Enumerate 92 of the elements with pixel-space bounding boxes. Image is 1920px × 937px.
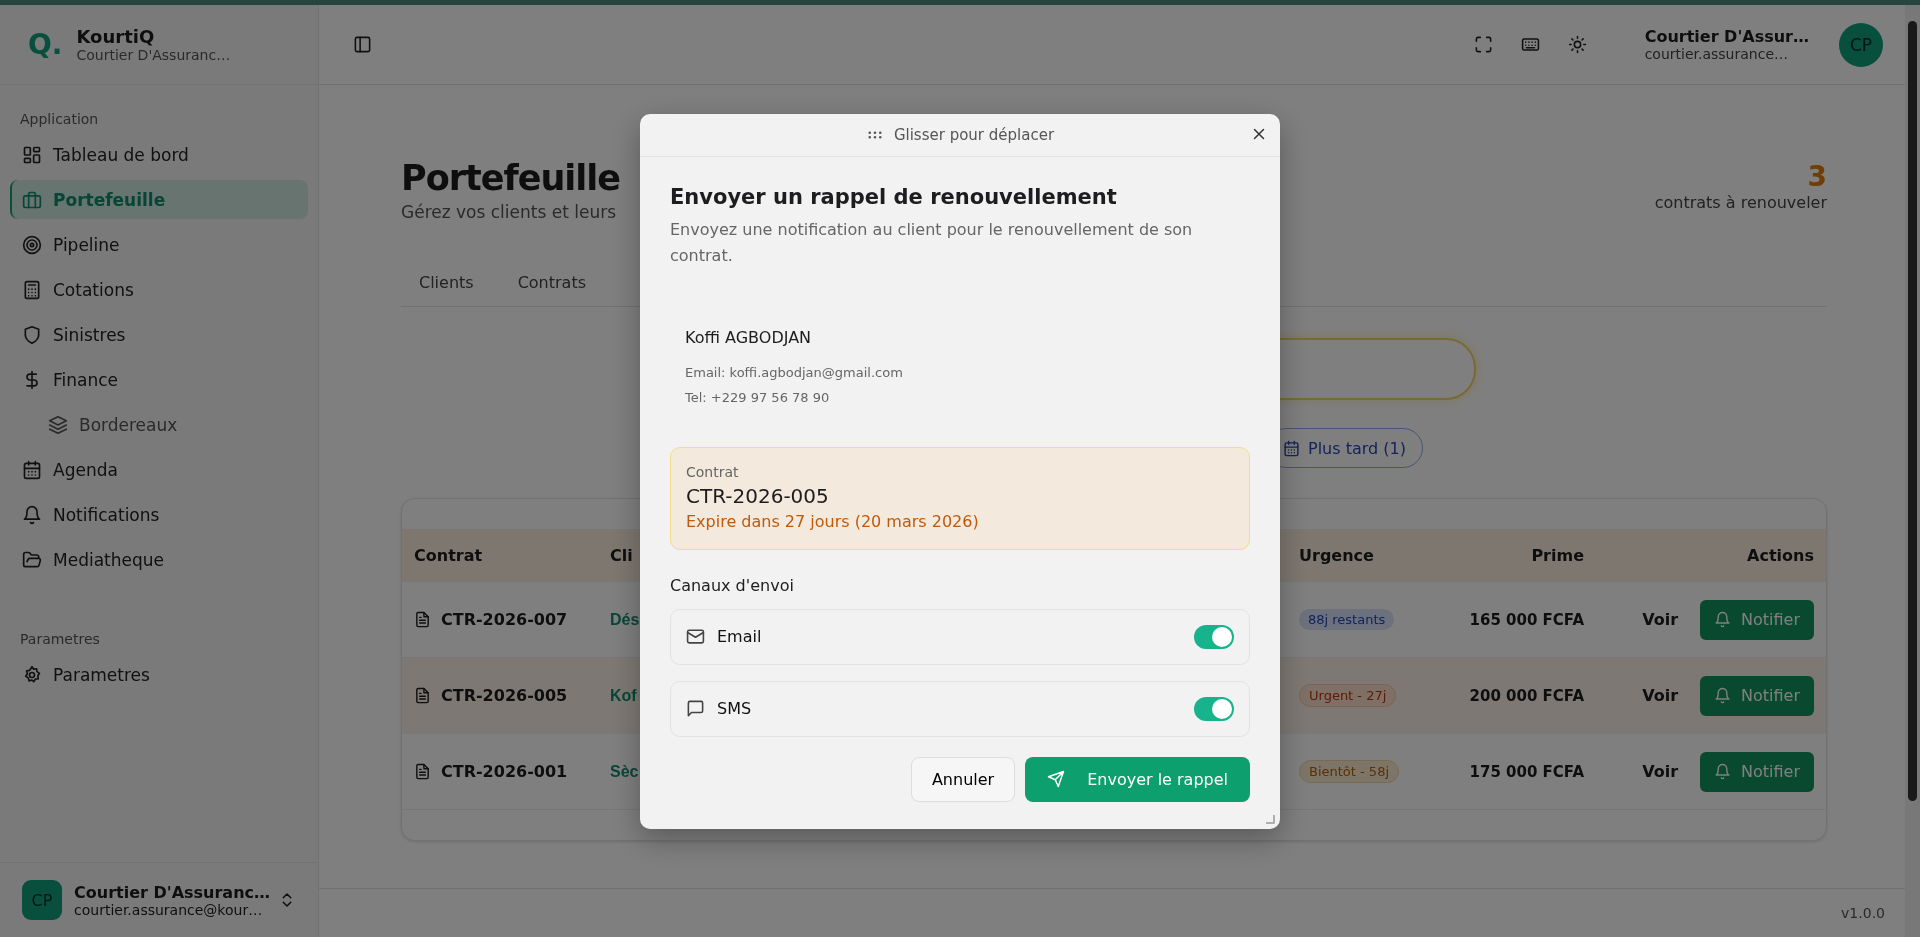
- client-phone: Tel: +229 97 56 78 90: [685, 388, 831, 407]
- stat-label: contrats à renouveler: [1654, 193, 1827, 212]
- channel-label: SMS: [717, 699, 753, 719]
- column-header: Contrat: [414, 545, 483, 565]
- bell-icon: [1714, 687, 1731, 704]
- resize-handle-icon[interactable]: [1266, 815, 1275, 824]
- calendar-icon: [22, 459, 42, 480]
- version-label: v1.0.0: [1841, 905, 1885, 921]
- column-header: Urgence: [1299, 545, 1374, 565]
- settings-icon: [22, 664, 42, 685]
- sun-icon: [1567, 35, 1587, 54]
- chat-icon: [686, 699, 705, 719]
- tab[interactable]: Contrats: [499, 265, 605, 306]
- bell-icon: [1714, 763, 1731, 780]
- client-link[interactable]: Kof: [610, 686, 637, 705]
- bell-icon: [22, 504, 42, 525]
- send-button[interactable]: Envoyer le rappel: [1025, 756, 1250, 802]
- urgency-badge: 88j restants: [1299, 609, 1395, 630]
- app-logo: Q.: [28, 28, 63, 61]
- nav-item[interactable]: Notifications: [10, 495, 308, 534]
- nav-item[interactable]: Pipeline: [10, 225, 308, 264]
- notify-button[interactable]: Notifier: [1700, 751, 1814, 792]
- briefcase-icon: [22, 189, 42, 210]
- notify-button[interactable]: Notifier: [1700, 675, 1814, 716]
- app-name: KourtiQ: [76, 26, 156, 47]
- user-email: courtier.assurance…: [1644, 46, 1789, 62]
- toggle-switch[interactable]: [1194, 624, 1234, 649]
- urgency-badge: Urgent - 27j: [1299, 684, 1397, 707]
- nav-item[interactable]: Mediatheque: [10, 540, 308, 579]
- contract-label: Contrat: [686, 463, 740, 480]
- keyboard-icon: [1520, 35, 1540, 54]
- nav-item[interactable]: Cotations: [10, 270, 308, 309]
- calculator-icon: [22, 279, 42, 300]
- contract-number: CTR-2026-007: [441, 610, 568, 629]
- section-title: Parametres: [19, 630, 101, 649]
- grid-icon: [22, 144, 42, 165]
- document-icon: [414, 763, 431, 780]
- send-icon: [1047, 770, 1066, 789]
- page-title: Portefeuille: [401, 158, 621, 198]
- client-name: Koffi AGBODJAN: [685, 328, 813, 348]
- nav-item[interactable]: Bordereaux: [10, 405, 308, 444]
- tab[interactable]: Clients: [401, 265, 492, 306]
- drag-handle[interactable]: Glisser pour déplacer: [865, 126, 1055, 144]
- view-link[interactable]: Voir: [1642, 610, 1678, 629]
- contract-number: CTR-2026-005: [686, 483, 830, 508]
- nav-item[interactable]: Sinistres: [10, 315, 308, 354]
- toggle-switch[interactable]: [1194, 696, 1234, 721]
- client-link[interactable]: Sèc: [610, 762, 639, 781]
- document-icon: [414, 687, 431, 704]
- layers-icon: [48, 414, 68, 435]
- contract-number: CTR-2026-005: [441, 686, 568, 705]
- column-header: Actions: [1747, 545, 1814, 565]
- channel-label: Email: [717, 627, 763, 647]
- column-header: Cli: [610, 545, 633, 565]
- nav-item[interactable]: Agenda: [10, 450, 308, 489]
- channels-label: Canaux d'envoi: [670, 575, 795, 595]
- section-title: Application: [19, 110, 100, 129]
- premium-amount: 165 000 FCFA: [1469, 610, 1584, 629]
- cancel-button[interactable]: Annuler: [910, 756, 1016, 802]
- bell-icon: [1714, 611, 1731, 628]
- target-icon: [22, 234, 42, 255]
- fullscreen-icon: [1473, 35, 1493, 54]
- nav-item[interactable]: Finance: [10, 360, 308, 399]
- view-link[interactable]: Voir: [1642, 762, 1678, 781]
- mail-icon: [686, 627, 705, 647]
- nav-item[interactable]: Parametres: [10, 655, 308, 694]
- notify-button[interactable]: Notifier: [1700, 599, 1814, 640]
- premium-amount: 200 000 FCFA: [1469, 686, 1584, 705]
- shield-icon: [22, 324, 42, 345]
- calendar-icon: [1283, 439, 1300, 457]
- urgency-badge: Bientôt - 58j: [1299, 760, 1400, 783]
- user-avatar: CP: [22, 880, 62, 920]
- user-menu[interactable]: CP Courtier D'Assuranc… courtier.assurance@kour…: [0, 862, 318, 937]
- user-name: Courtier D'Assur…: [1644, 27, 1809, 46]
- dialog-description: Envoyez une notification au client pour le renouvellement de son contrat.: [670, 219, 1194, 267]
- app-subtitle: Courtier D'Assuranc…: [76, 47, 231, 63]
- panel-icon: [353, 35, 372, 54]
- dialog-title: Envoyer un rappel de renouvellement: [670, 185, 1118, 209]
- view-link[interactable]: Voir: [1642, 686, 1678, 705]
- page-subtitle: Gérez vos clients et leurs: [401, 202, 618, 222]
- expiry-text: Expire dans 27 jours (20 mars 2026): [686, 511, 980, 531]
- folder-icon: [22, 549, 42, 570]
- client-link[interactable]: Dés: [610, 610, 640, 629]
- nav-item[interactable]: Tableau de bord: [10, 135, 308, 174]
- scrollbar[interactable]: [1905, 5, 1920, 937]
- document-icon: [414, 611, 431, 628]
- contract-number: CTR-2026-001: [441, 762, 568, 781]
- client-email: Email: koffi.agbodjan@gmail.com: [685, 364, 904, 383]
- premium-amount: 175 000 FCFA: [1469, 762, 1584, 781]
- stat-value: 3: [1807, 160, 1827, 193]
- column-header: Prime: [1531, 545, 1584, 565]
- nav-item[interactable]: Portefeuille: [10, 180, 308, 219]
